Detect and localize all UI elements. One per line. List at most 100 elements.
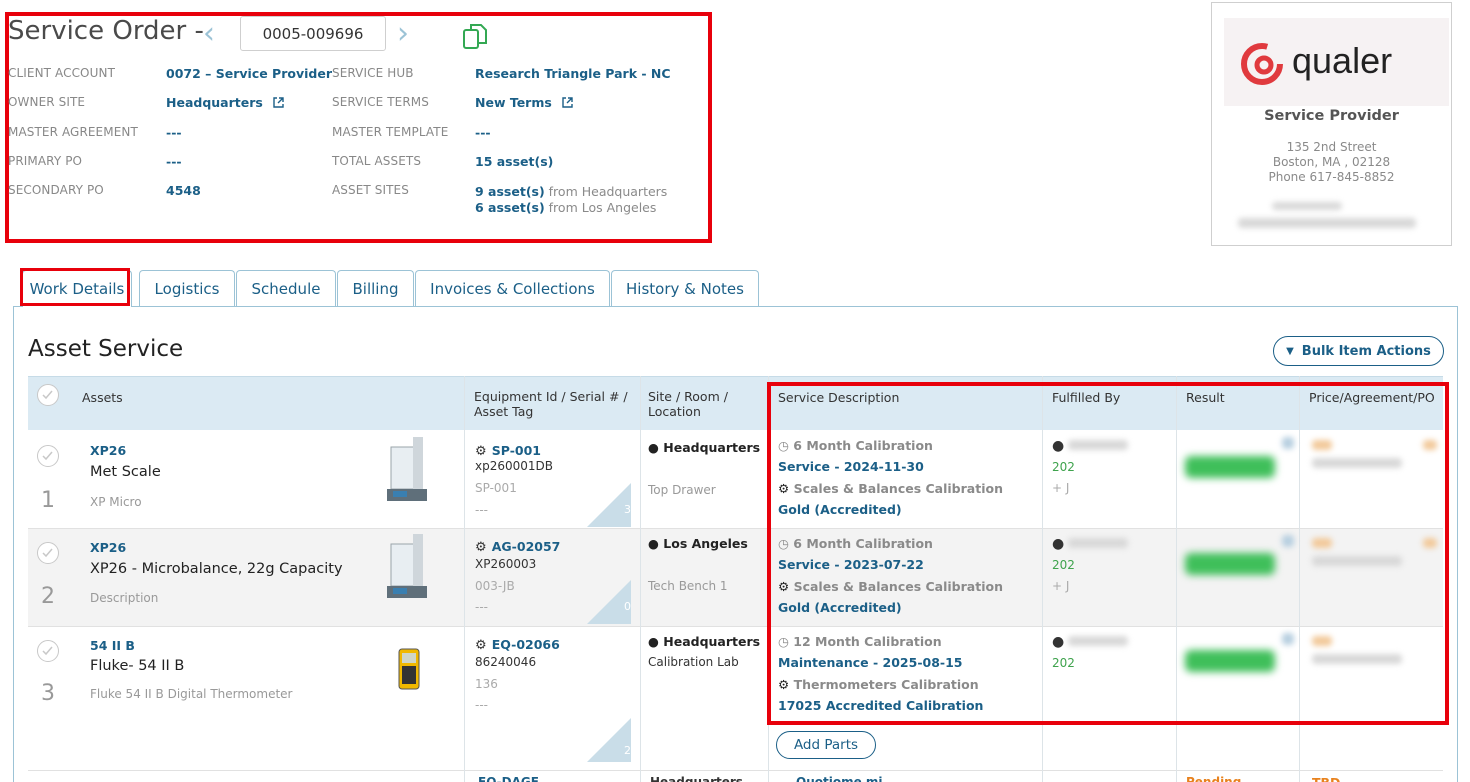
page-title: Service Order - — [8, 16, 204, 46]
document-count: 0 — [624, 600, 631, 613]
site-label: Los Angeles — [663, 536, 748, 551]
col-assets: Assets — [82, 390, 123, 405]
partial-equipment-id[interactable]: EQ-DAGE — [478, 775, 539, 782]
equipment-extra: --- — [475, 698, 488, 712]
asset-code-link[interactable]: 54 II B — [90, 638, 135, 653]
asset-sites-count-1[interactable]: 9 asset(s) — [475, 184, 545, 199]
provider-phone: Phone 617-845-8852 — [1268, 170, 1395, 184]
tab-label: Billing — [352, 279, 399, 298]
checkmark-icon — [42, 390, 53, 400]
asset-tag: SP-001 — [475, 481, 517, 495]
caret-down-icon: ▼ — [1286, 345, 1294, 357]
owner-site-value[interactable]: Headquarters — [166, 95, 263, 110]
document-count: 3 — [624, 503, 631, 516]
tab-invoices-collections[interactable]: Invoices & Collections — [415, 270, 610, 306]
tab-label: Invoices & Collections — [430, 279, 595, 298]
add-parts-button[interactable]: Add Parts — [776, 731, 876, 759]
prev-order-chevron-icon[interactable]: ‹ — [203, 19, 215, 49]
client-account-value[interactable]: 0072 – Service Provider — [166, 66, 332, 81]
partial-interval: Quotiome mi... — [796, 775, 897, 782]
secondary-po-value[interactable]: 4548 — [166, 183, 201, 198]
order-number-field[interactable]: 0005-009696 — [240, 16, 386, 51]
site-room: Top Drawer — [648, 483, 716, 497]
tab-billing[interactable]: Billing — [337, 270, 414, 306]
external-link-icon[interactable] — [273, 97, 284, 108]
checkmark-icon — [42, 646, 53, 656]
equipment-link[interactable]: ⚙ AG-02057 — [475, 536, 560, 555]
service-terms-value[interactable]: New Terms — [475, 95, 552, 110]
tab-history-notes[interactable]: History & Notes — [611, 270, 759, 306]
qualer-logo-icon — [1241, 43, 1283, 85]
asset-code-link[interactable]: XP26 — [90, 540, 126, 555]
section-title: Asset Service — [28, 336, 184, 362]
asset-tag: 003-JB — [475, 579, 515, 593]
select-all-checkbox[interactable] — [37, 384, 59, 406]
serial-number: XP260003 — [475, 557, 537, 571]
provider-address-1: 135 2nd Street — [1286, 140, 1377, 154]
asset-sites-count-2[interactable]: 6 asset(s) — [475, 200, 545, 215]
equipment-group-icon: ⚙ — [475, 444, 487, 459]
service-terms-link[interactable]: New Terms — [475, 95, 573, 110]
master-agreement-label: MASTER AGREEMENT — [8, 125, 138, 139]
site-label: Headquarters — [663, 634, 761, 649]
equipment-id[interactable]: SP-001 — [492, 443, 541, 458]
tab-highlight — [20, 268, 130, 306]
provider-address-2: Boston, MA , 02128 — [1272, 155, 1391, 169]
asset-tag: 136 — [475, 677, 498, 691]
row-checkbox[interactable] — [37, 542, 59, 564]
row-number: 1 — [41, 488, 55, 513]
site-room: Tech Bench 1 — [648, 579, 728, 593]
next-order-chevron-icon[interactable]: › — [397, 19, 409, 49]
service-hub-value[interactable]: Research Triangle Park - NC — [475, 66, 671, 81]
site-room: Calibration Lab — [648, 655, 739, 669]
total-assets-value[interactable]: 15 asset(s) — [475, 154, 553, 169]
row-number: 3 — [41, 681, 55, 706]
equipment-extra: --- — [475, 503, 488, 517]
row-checkbox[interactable] — [37, 445, 59, 467]
equipment-id[interactable]: EQ-02066 — [492, 637, 560, 652]
service-columns-highlight — [767, 382, 1449, 725]
secondary-po-label: SECONDARY PO — [8, 183, 104, 197]
col-site: Site / Room / Location — [648, 389, 728, 419]
master-agreement-value: --- — [166, 125, 182, 140]
col-equipment: Equipment Id / Serial # / Asset Tag — [474, 389, 628, 419]
balance-scale-image — [387, 437, 427, 501]
master-template-label: MASTER TEMPLATE — [332, 125, 449, 139]
provider-name: Service Provider — [1264, 108, 1399, 124]
asset-code-link[interactable]: XP26 — [90, 443, 126, 458]
owner-site-link[interactable]: Headquarters — [166, 95, 284, 110]
checkmark-icon — [42, 548, 53, 558]
copy-icon[interactable] — [462, 22, 488, 50]
total-assets-label: TOTAL ASSETS — [332, 154, 422, 168]
primary-po-value: --- — [166, 154, 182, 169]
row-checkbox[interactable] — [37, 640, 59, 662]
equipment-id[interactable]: AG-02057 — [492, 539, 561, 554]
asset-sites-text-1: from Headquarters — [544, 184, 668, 199]
document-count: 2 — [624, 744, 631, 757]
master-template-value: --- — [475, 125, 491, 140]
equipment-link[interactable]: ⚙ SP-001 — [475, 440, 541, 459]
asset-sites-label: ASSET SITES — [332, 183, 409, 197]
col-divider — [640, 376, 641, 782]
serial-number: 86240046 — [475, 655, 537, 669]
asset-name: XP26 - Microbalance, 22g Capacity — [90, 561, 343, 577]
site-name: ● Los Angeles — [648, 536, 748, 551]
equipment-link[interactable]: ⚙ EQ-02066 — [475, 634, 560, 653]
external-link-icon[interactable] — [562, 97, 573, 108]
tab-logistics[interactable]: Logistics — [139, 270, 235, 306]
thermometer-device-image — [398, 648, 420, 690]
partial-result: Pending — [1186, 775, 1242, 782]
equipment-group-icon: ⚙ — [475, 638, 487, 653]
redacted-text — [1238, 218, 1416, 228]
row-number: 2 — [41, 584, 55, 609]
primary-po-label: PRIMARY PO — [8, 154, 83, 168]
asset-sites-text-2: from Los Angeles — [544, 200, 657, 215]
bulk-item-actions-button[interactable]: ▼ Bulk Item Actions — [1273, 336, 1444, 366]
asset-name: Met Scale — [90, 464, 161, 480]
tab-schedule[interactable]: Schedule — [236, 270, 336, 306]
provider-logo: qualer — [1224, 18, 1449, 106]
col-divider — [464, 376, 465, 782]
site-name: ● Headquarters — [648, 440, 761, 455]
asset-name: Fluke- 54 II B — [90, 658, 185, 674]
balance-scale-image — [387, 534, 427, 598]
